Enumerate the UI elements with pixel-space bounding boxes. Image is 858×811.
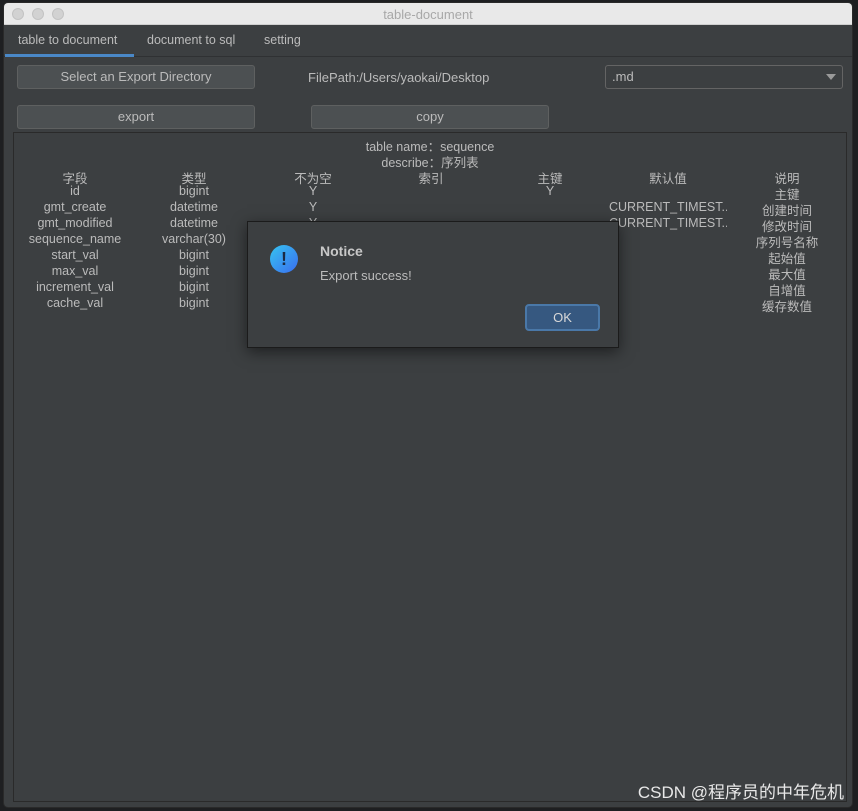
format-value: .md [612, 69, 634, 84]
column-header: 索引 [418, 172, 444, 186]
table-cell: bigint [179, 184, 209, 198]
window-title: table-document [383, 7, 473, 22]
notice-dialog: ! Notice Export success! OK [247, 221, 619, 348]
table-cell: datetime [170, 200, 218, 214]
table-cell: Y [308, 184, 318, 198]
export-button[interactable]: export [17, 105, 255, 129]
table-cell: 缓存数值 [761, 300, 812, 314]
dialog-message: Export success! [320, 268, 412, 283]
select-export-directory-button[interactable]: Select an Export Directory [17, 65, 255, 89]
tab-document-to-sql[interactable]: document to sql [147, 33, 235, 47]
table-cell: increment_val [36, 280, 114, 294]
table-cell: bigint [179, 264, 209, 278]
tab-setting[interactable]: setting [264, 33, 301, 47]
title-bar: table-document [4, 3, 852, 25]
chevron-down-icon [826, 74, 836, 80]
table-cell: max_val [51, 264, 99, 278]
exclamation-icon: ! [270, 245, 298, 273]
active-tab-indicator [5, 54, 134, 57]
table-cell: Y [308, 200, 318, 214]
table-cell: bigint [179, 280, 209, 294]
watermark: CSDN @程序员的中年危机 [637, 783, 844, 802]
table-cell: Y [545, 184, 555, 198]
table-cell: cache_val [46, 296, 104, 310]
table-cell: gmt_create [43, 200, 107, 214]
table-cell: gmt_modified [37, 216, 113, 230]
table-cell: CURRENT_TIMEST... [609, 200, 727, 214]
tab-bar: table to document document to sql settin… [4, 25, 852, 57]
table-cell: sequence_name [28, 232, 122, 246]
table-cell: CURRENT_TIMEST... [609, 216, 727, 230]
file-path-label: FilePath:/Users/yaokai/Desktop [308, 70, 490, 85]
table-cell: start_val [51, 248, 99, 262]
column-header: 默认值 [649, 172, 687, 186]
ok-button[interactable]: OK [525, 304, 600, 331]
copy-button[interactable]: copy [311, 105, 549, 129]
table-cell: datetime [170, 216, 218, 230]
table-cell: id [70, 184, 80, 198]
dialog-title: Notice [320, 243, 363, 259]
tab-table-to-document[interactable]: table to document [18, 33, 117, 47]
table-cell: varchar(30) [162, 232, 226, 246]
table-cell: bigint [179, 248, 209, 262]
table-cell: bigint [179, 296, 209, 310]
app-window: table-document table to document documen… [3, 2, 853, 808]
format-select[interactable]: .md [605, 65, 843, 89]
